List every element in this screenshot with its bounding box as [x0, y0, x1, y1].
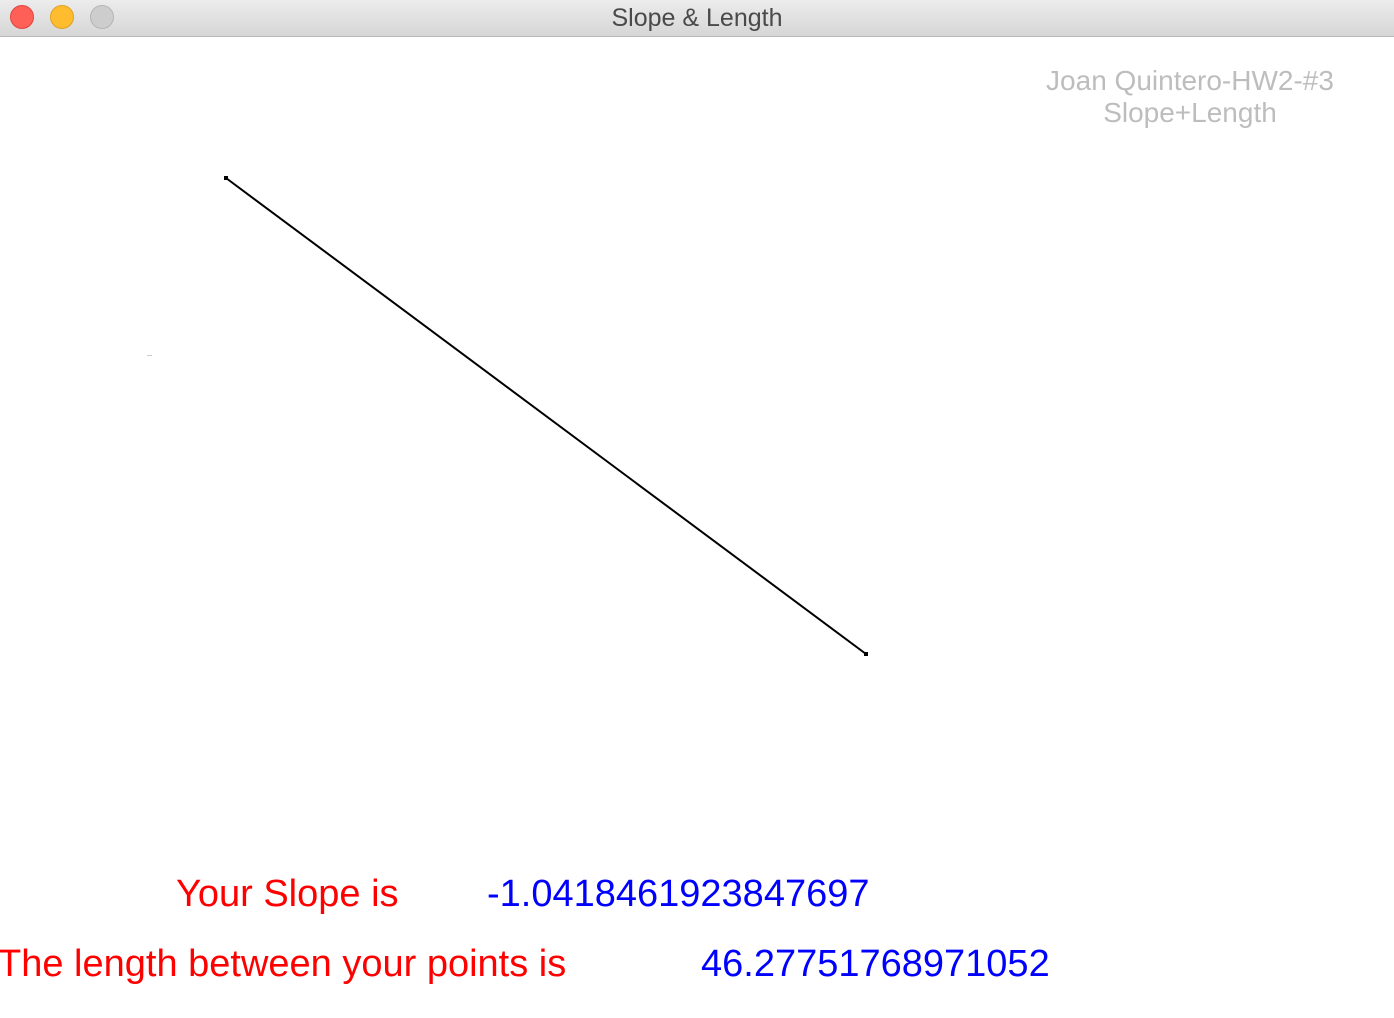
end-point [864, 652, 868, 656]
slope-line [225, 177, 867, 655]
title-bar[interactable]: Slope & Length [0, 0, 1394, 37]
app-window: Slope & Length Joan Quintero-HW2-#3 Slop… [0, 0, 1394, 1018]
window-title: Slope & Length [611, 4, 783, 32]
slope-label: Your Slope is [176, 873, 399, 915]
length-value: 46.27751768971052 [701, 943, 1050, 985]
slope-value: -1.0418461923847697 [487, 873, 870, 915]
start-point [224, 176, 228, 180]
stray-mark [147, 355, 152, 356]
line-drawing [147, 176, 868, 656]
drawing-canvas[interactable]: Joan Quintero-HW2-#3 Slope+Length Your S… [0, 37, 1394, 1018]
length-label: The length between your points is [0, 943, 567, 985]
